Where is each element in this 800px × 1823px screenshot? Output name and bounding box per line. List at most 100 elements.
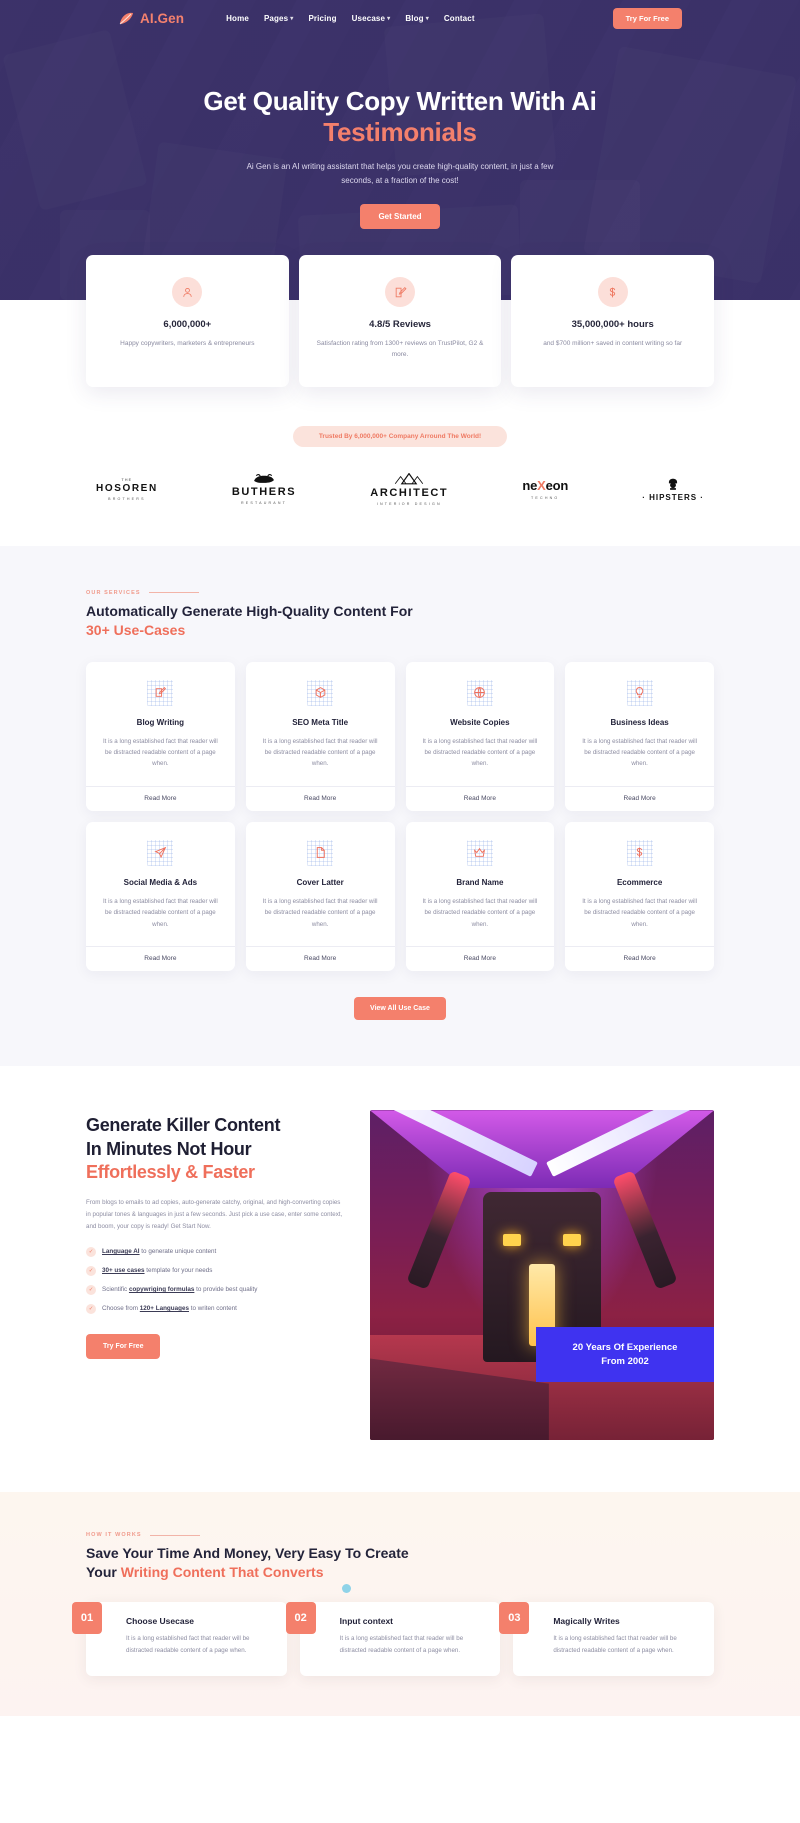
edit-square-icon bbox=[147, 679, 174, 706]
robot-arm bbox=[612, 1170, 678, 1291]
chevron-down-icon: ▾ bbox=[387, 15, 391, 22]
read-more-button[interactable]: Read More bbox=[405, 946, 555, 971]
service-text: It is a long established fact that reade… bbox=[262, 737, 378, 768]
nav-label: Pages bbox=[263, 13, 289, 23]
step-number: 03 bbox=[499, 1602, 530, 1635]
step-text: It is a long established fact that reade… bbox=[339, 1635, 464, 1654]
service-card[interactable]: Business Ideas It is a long established … bbox=[565, 661, 714, 811]
service-card[interactable]: Brand Name It is a long established fact… bbox=[405, 821, 555, 972]
buffalo-icon bbox=[232, 473, 296, 487]
hero-subtitle: Ai Gen is an AI writing assistant that h… bbox=[246, 162, 554, 185]
logo-main-text: BUTHERS bbox=[231, 486, 297, 499]
steps-grid: 01 Choose Usecase It is a long establish… bbox=[72, 1584, 714, 1677]
services-eyebrow: OUR SERVICES bbox=[86, 590, 714, 596]
nav-item-usecase[interactable]: Usecase ▾ bbox=[352, 14, 391, 23]
howworks-title: Save Your Time And Money, Very Easy To C… bbox=[86, 1544, 714, 1582]
decorative-dot bbox=[342, 1584, 351, 1594]
crown-icon bbox=[466, 839, 493, 866]
nav-try-for-free-button[interactable]: Try For Free bbox=[612, 7, 682, 29]
hipster-face-icon bbox=[642, 477, 704, 494]
read-more-button[interactable]: Read More bbox=[565, 946, 714, 971]
stat-card: 4.8/5 Reviews Satisfaction rating from 1… bbox=[298, 255, 502, 387]
read-more-button[interactable]: Read More bbox=[86, 946, 235, 971]
how-it-works-section: HOW IT WORKS Save Your Time And Money, V… bbox=[0, 1492, 800, 1717]
check-icon: ✓ bbox=[86, 1246, 96, 1257]
killer-paragraph: From blogs to emails to ad copies, auto-… bbox=[86, 1198, 343, 1230]
hero-content: Get Quality Copy Written With Ai Testimo… bbox=[0, 36, 800, 229]
service-text: It is a long established fact that reade… bbox=[582, 737, 698, 768]
step-number: 01 bbox=[72, 1602, 102, 1635]
try-for-free-button[interactable]: Try For Free bbox=[86, 1333, 161, 1359]
trusted-section: Trusted By 6,000,000+ Company Arround Th… bbox=[0, 386, 800, 447]
badge-line1: 20 Years Of Experience bbox=[572, 1341, 678, 1353]
hero-title: Get Quality Copy Written With Ai Testimo… bbox=[0, 86, 800, 147]
nav-item-contact[interactable]: Contact bbox=[444, 14, 475, 23]
nav-item-home[interactable]: Home bbox=[226, 14, 249, 23]
service-card[interactable]: Cover Latter It is a long established fa… bbox=[245, 821, 395, 972]
stat-description: Happy copywriters, marketers & entrepren… bbox=[120, 340, 255, 347]
check-link[interactable]: 30+ use cases bbox=[102, 1267, 145, 1274]
services-grid: Blog Writing It is a long established fa… bbox=[86, 661, 714, 972]
get-started-button[interactable]: Get Started bbox=[360, 203, 440, 229]
feather-logo-icon bbox=[118, 11, 135, 26]
nav-label: Contact bbox=[443, 13, 475, 23]
robot-eye bbox=[503, 1234, 521, 1247]
main-navbar: AI.Gen Home Pages ▾ Pricing Usecase ▾ Bl… bbox=[0, 0, 800, 36]
logo-sub-text: TECHNO bbox=[531, 496, 560, 501]
killer-check-list: ✓ Language AI to generate unique content… bbox=[86, 1246, 344, 1314]
badge-line2: From 2002 bbox=[601, 1355, 649, 1367]
check-link[interactable]: Language AI bbox=[102, 1248, 140, 1255]
check-text: template for your needs bbox=[144, 1267, 213, 1275]
check-icon: ✓ bbox=[86, 1265, 96, 1276]
nav-label: Home bbox=[226, 13, 249, 23]
nav-item-blog[interactable]: Blog ▾ bbox=[405, 14, 429, 23]
check-link[interactable]: 120+ Languages bbox=[140, 1305, 189, 1312]
service-card[interactable]: Ecommerce It is a long established fact … bbox=[565, 821, 714, 972]
logo-sub-text: BROTHERS bbox=[108, 496, 146, 501]
nav-label: Pricing bbox=[308, 13, 337, 23]
read-more-button[interactable]: Read More bbox=[405, 785, 555, 811]
eyebrow-divider bbox=[148, 592, 199, 594]
stat-number: 6,000,000+ bbox=[163, 319, 212, 330]
stat-description: and $700 million+ saved in content writi… bbox=[543, 340, 683, 347]
client-logo: ARCHITECT INTERIOR DESIGN bbox=[370, 472, 449, 506]
service-card[interactable]: Website Copies It is a long established … bbox=[405, 661, 555, 811]
step-text: It is a long established fact that reade… bbox=[553, 1635, 677, 1654]
client-logo: neXeon TECHNO bbox=[522, 478, 568, 500]
brand-logo[interactable]: AI.Gen bbox=[118, 11, 184, 26]
eyebrow-divider bbox=[149, 1534, 200, 1536]
nav-item-pricing[interactable]: Pricing bbox=[308, 14, 336, 23]
check-link[interactable]: copywriging formulas bbox=[129, 1286, 194, 1293]
read-more-button[interactable]: Read More bbox=[86, 785, 235, 811]
client-logo: THE HOSOREN BROTHERS bbox=[96, 478, 158, 501]
stats-section: 6,000,000+ Happy copywriters, marketers … bbox=[0, 255, 800, 387]
killer-left-column: Generate Killer Content In Minutes Not H… bbox=[86, 1110, 344, 1440]
step-title: Input context bbox=[339, 1616, 394, 1627]
experience-badge: 20 Years Of Experience From 2002 bbox=[536, 1326, 714, 1383]
howworks-title-accent: Writing Content That Converts bbox=[120, 1564, 324, 1581]
read-more-button[interactable]: Read More bbox=[245, 946, 395, 971]
service-title: Cover Latter bbox=[296, 877, 344, 887]
box-icon bbox=[307, 679, 334, 706]
killer-content-section: Generate Killer Content In Minutes Not H… bbox=[0, 1066, 800, 1493]
service-card[interactable]: Blog Writing It is a long established fa… bbox=[86, 661, 235, 811]
read-more-button[interactable]: Read More bbox=[565, 785, 714, 811]
service-card[interactable]: SEO Meta Title It is a long established … bbox=[245, 661, 395, 811]
hero-illustration: 20 Years Of Experience From 2002 bbox=[370, 1110, 714, 1441]
step-title: Magically Writes bbox=[553, 1616, 620, 1627]
view-all-use-case-button[interactable]: View All Use Case bbox=[354, 997, 446, 1021]
check-list-item: ✓ 30+ use cases template for your needs bbox=[86, 1265, 344, 1276]
nav-item-pages[interactable]: Pages ▾ bbox=[264, 14, 294, 23]
logo-main-text: ARCHITECT bbox=[370, 486, 449, 499]
chevron-down-icon: ▾ bbox=[425, 15, 429, 22]
step-number: 02 bbox=[285, 1602, 316, 1635]
service-card[interactable]: Social Media & Ads It is a long establis… bbox=[86, 821, 235, 972]
step-card: 01 Choose Usecase It is a long establish… bbox=[72, 1602, 287, 1677]
robot-arm bbox=[406, 1170, 472, 1291]
read-more-button[interactable]: Read More bbox=[245, 785, 395, 811]
service-text: It is a long established fact that reade… bbox=[422, 737, 538, 768]
killer-title-line2: In Minutes Not Hour bbox=[86, 1138, 252, 1159]
client-logos-row: THE HOSOREN BROTHERS BUTHERS RESTAURANT … bbox=[0, 446, 800, 546]
check-list-item: ✓ Scientific copywriging formulas to pro… bbox=[86, 1284, 344, 1295]
killer-title: Generate Killer Content In Minutes Not H… bbox=[86, 1114, 344, 1184]
